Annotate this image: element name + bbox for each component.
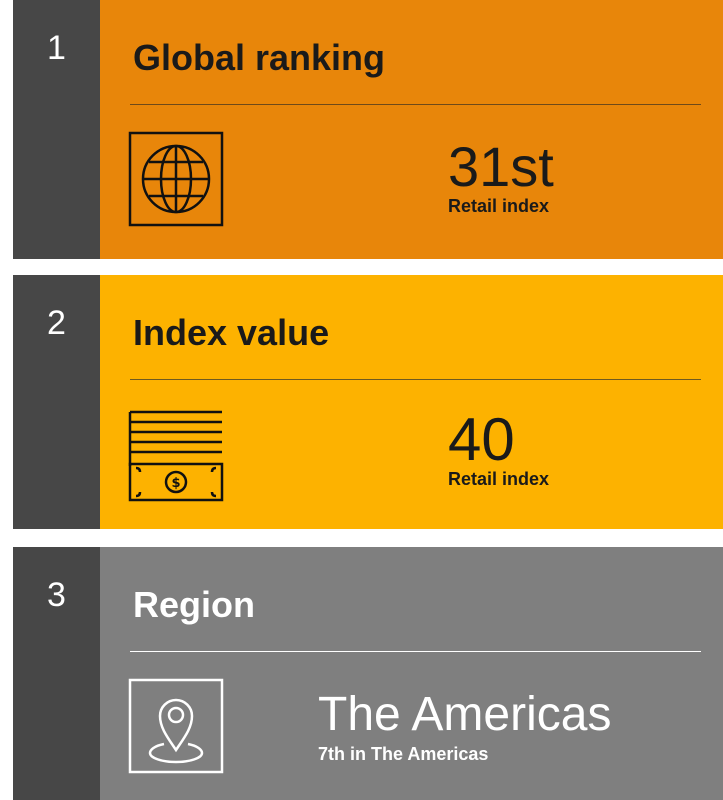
card-value-block: 40 Retail index xyxy=(448,410,549,490)
card-number: 1 xyxy=(47,29,66,67)
card-value-block: 31st Retail index xyxy=(448,137,554,217)
card-body: Global ranking 31st Retail index xyxy=(100,0,723,259)
divider xyxy=(130,104,701,105)
money-icon: $ xyxy=(128,406,224,502)
globe-icon xyxy=(128,131,224,227)
card-body: Region The Americas 7th in The Americas xyxy=(100,547,723,800)
card-subtitle: Retail index xyxy=(448,469,550,489)
card-value: The Americas xyxy=(318,688,612,741)
card-title: Global ranking xyxy=(133,37,386,78)
divider xyxy=(130,651,701,652)
card-number-column: 2 xyxy=(13,275,100,529)
divider xyxy=(130,379,701,380)
card-subtitle: Retail index xyxy=(448,196,550,216)
card-number: 2 xyxy=(47,304,66,342)
card-number: 3 xyxy=(47,576,66,614)
card-subtitle: 7th in The Americas xyxy=(318,744,489,764)
card-title: Region xyxy=(133,584,255,625)
location-pin-icon xyxy=(128,678,224,774)
card-title: Index value xyxy=(133,312,330,353)
card-global-ranking: 1 Global ranking 31st Retail index xyxy=(13,0,723,259)
svg-text:$: $ xyxy=(171,476,180,491)
card-number-column: 1 xyxy=(13,0,100,259)
card-region: 3 Region The Americas 7th in The America… xyxy=(13,547,723,800)
card-number-column: 3 xyxy=(13,547,100,800)
card-body: Index value $ 40 Retail index xyxy=(100,275,723,529)
card-value: 31st xyxy=(448,135,554,198)
card-value-block: The Americas 7th in The Americas xyxy=(318,685,611,765)
card-index-value: 2 Index value $ 40 Retail index xyxy=(13,275,723,529)
card-value: 40 xyxy=(448,406,515,473)
